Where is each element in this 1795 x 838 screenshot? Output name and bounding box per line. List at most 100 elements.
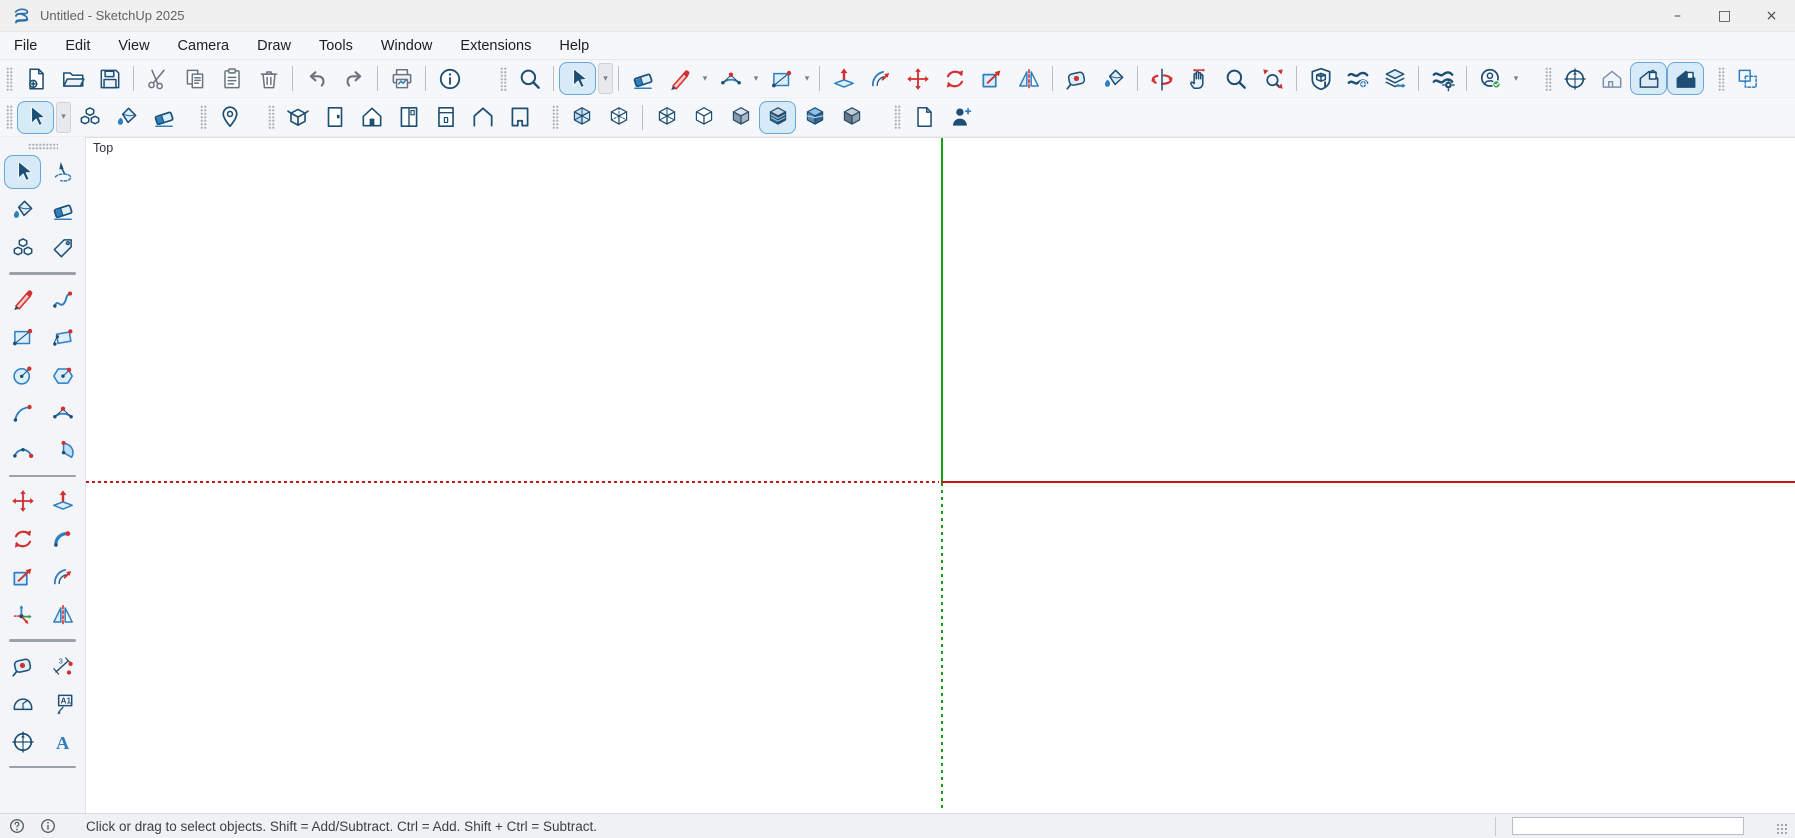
- menu-edit[interactable]: Edit: [65, 38, 90, 54]
- eraser-button[interactable]: [624, 62, 661, 95]
- component-box-button[interactable]: [279, 101, 316, 134]
- window-button[interactable]: [390, 101, 427, 134]
- select-button-dropdown[interactable]: ▾: [598, 63, 613, 94]
- tag-tool[interactable]: [44, 231, 81, 265]
- house-view-solid-button[interactable]: [1667, 62, 1704, 95]
- hidden-line-style-button[interactable]: [685, 101, 722, 134]
- scale-button[interactable]: [973, 62, 1010, 95]
- paste-button[interactable]: [213, 62, 250, 95]
- rectangle-button-dropdown[interactable]: ▾: [800, 64, 814, 94]
- undo-button[interactable]: [298, 62, 335, 95]
- house-view-outline-button[interactable]: [1630, 62, 1667, 95]
- zoom-button[interactable]: [1217, 62, 1254, 95]
- scale-tool[interactable]: [4, 560, 41, 594]
- menu-window[interactable]: Window: [381, 38, 433, 54]
- redo-button[interactable]: [335, 62, 372, 95]
- cabinet-button[interactable]: [427, 101, 464, 134]
- push-pull-button[interactable]: [825, 62, 862, 95]
- push-pull-tool[interactable]: [44, 484, 81, 518]
- arc-button-dropdown[interactable]: ▾: [749, 64, 763, 94]
- line-tool[interactable]: [4, 282, 41, 316]
- shaded-style-button[interactable]: [722, 101, 759, 134]
- select-button[interactable]: [559, 62, 596, 95]
- copy-button[interactable]: [176, 62, 213, 95]
- resize-grip[interactable]: [1776, 823, 1789, 836]
- flip-tool[interactable]: [44, 598, 81, 632]
- line-button[interactable]: [661, 62, 698, 95]
- minimize-button[interactable]: –: [1654, 0, 1701, 32]
- toolbar-grip[interactable]: [6, 67, 13, 91]
- geolocation-help-icon[interactable]: [8, 817, 26, 835]
- new-button[interactable]: [17, 62, 54, 95]
- menu-draw[interactable]: Draw: [257, 38, 291, 54]
- open-button[interactable]: [54, 62, 91, 95]
- polygon-tool[interactable]: [44, 358, 81, 392]
- freehand-tool[interactable]: [44, 282, 81, 316]
- house-button[interactable]: [353, 101, 390, 134]
- eraser-tool[interactable]: [44, 193, 81, 227]
- paint-bucket-button[interactable]: [1095, 62, 1132, 95]
- axes-tool[interactable]: [4, 598, 41, 632]
- warehouse-3d-button[interactable]: [1302, 62, 1339, 95]
- toolbar-grip[interactable]: [500, 67, 507, 91]
- paint-bucket-tool[interactable]: [4, 193, 41, 227]
- account-button-dropdown[interactable]: ▾: [1509, 64, 1523, 94]
- position-compass-tool[interactable]: [4, 725, 41, 759]
- account-button[interactable]: [1472, 62, 1509, 95]
- share-model-button[interactable]: [1376, 62, 1413, 95]
- add-person-button[interactable]: [942, 101, 979, 134]
- delete-button[interactable]: [250, 62, 287, 95]
- print-button[interactable]: [383, 62, 420, 95]
- pan-button[interactable]: [1180, 62, 1217, 95]
- xray-style-button[interactable]: [563, 101, 600, 134]
- arc-tool[interactable]: [4, 396, 41, 430]
- roof-button[interactable]: [464, 101, 501, 134]
- slab-button[interactable]: [501, 101, 538, 134]
- paint-bucket-button[interactable]: [108, 101, 145, 134]
- palette-grip[interactable]: [28, 143, 58, 150]
- close-button[interactable]: ×: [1748, 0, 1795, 32]
- monochrome-style-button[interactable]: [833, 101, 870, 134]
- lasso-tool[interactable]: [44, 155, 81, 189]
- back-edges-style-button[interactable]: [600, 101, 637, 134]
- model-canvas[interactable]: Top: [86, 137, 1795, 813]
- arc-button[interactable]: [712, 62, 749, 95]
- house-view-light-button[interactable]: [1593, 62, 1630, 95]
- extension-manager-button[interactable]: [1424, 62, 1461, 95]
- rotate-tool[interactable]: [4, 522, 41, 556]
- two-point-arc-tool[interactable]: [44, 396, 81, 430]
- dimension-tool[interactable]: 3: [44, 649, 81, 683]
- rotate-button[interactable]: [936, 62, 973, 95]
- components-button[interactable]: [71, 101, 108, 134]
- three-point-arc-tool[interactable]: [4, 434, 41, 468]
- select-button-dropdown[interactable]: ▾: [56, 102, 71, 133]
- move-tool[interactable]: [4, 484, 41, 518]
- toolbar-grip[interactable]: [268, 105, 275, 129]
- door-button[interactable]: [316, 101, 353, 134]
- move-button[interactable]: [899, 62, 936, 95]
- eraser-button[interactable]: [145, 101, 182, 134]
- select-tool[interactable]: [4, 155, 41, 189]
- blank-document-button[interactable]: [905, 101, 942, 134]
- save-button[interactable]: [91, 62, 128, 95]
- tape-measure-button[interactable]: [1058, 62, 1095, 95]
- toolbar-grip[interactable]: [552, 105, 559, 129]
- offset-tool[interactable]: [44, 560, 81, 594]
- menu-help[interactable]: Help: [559, 38, 589, 54]
- north-arrow-button[interactable]: [1556, 62, 1593, 95]
- zoom-extents-button[interactable]: [1254, 62, 1291, 95]
- toolbar-grip[interactable]: [1545, 67, 1552, 91]
- extension-warehouse-button[interactable]: [1339, 62, 1376, 95]
- components-tool[interactable]: [4, 231, 41, 265]
- follow-me-tool[interactable]: [44, 522, 81, 556]
- measurements-input[interactable]: [1512, 817, 1744, 835]
- photoreal-style-button[interactable]: [796, 101, 833, 134]
- menu-view[interactable]: View: [118, 38, 149, 54]
- flip-button[interactable]: [1010, 62, 1047, 95]
- menu-camera[interactable]: Camera: [178, 38, 230, 54]
- three-d-text-tool[interactable]: A: [44, 725, 81, 759]
- add-location-button[interactable]: [211, 101, 248, 134]
- toolbar-grip[interactable]: [1718, 67, 1725, 91]
- protractor-tool[interactable]: [4, 687, 41, 721]
- rectangle-button[interactable]: [763, 62, 800, 95]
